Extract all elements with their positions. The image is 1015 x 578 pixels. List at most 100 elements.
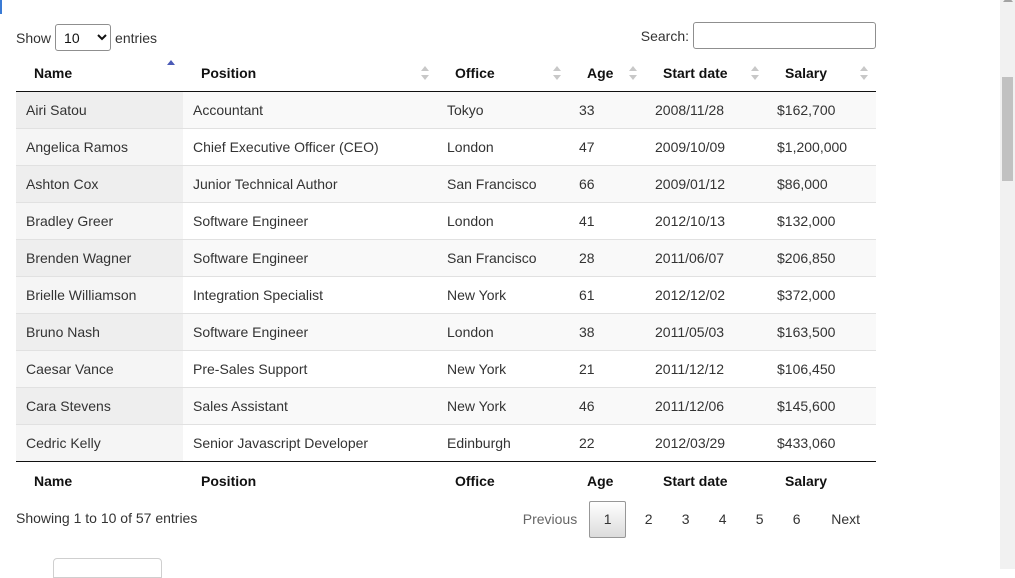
cell-age: 66 (569, 164, 645, 202)
column-footer-start-date: Start date (645, 460, 767, 501)
column-header-age[interactable]: Age (569, 56, 645, 92)
cell-start-date: 2011/12/06 (645, 386, 767, 424)
table-row[interactable]: Cedric Kelly Senior Javascript Developer E… (16, 423, 876, 461)
cell-position: Junior Technical Author (183, 164, 437, 202)
footer-row: Name Position Office Age Start date Salary (16, 460, 876, 501)
employees-table: Name Position Office Age Start date Salary Ai… (16, 56, 876, 501)
cell-age: 28 (569, 238, 645, 276)
column-header-label: Start date (663, 65, 728, 82)
search-label: Search: (640, 27, 689, 44)
table-row[interactable]: Angelica Ramos Chief Executive Officer (C… (16, 127, 876, 165)
table-body: Airi Satou Accountant Tokyo 33 2008/11/28 $16… (16, 91, 876, 461)
cell-salary: $206,850 (767, 238, 876, 276)
search-control: Search: (641, 22, 876, 49)
cell-name: Cedric Kelly (16, 423, 183, 461)
search-input[interactable] (693, 22, 876, 49)
cell-start-date: 2011/06/07 (645, 238, 767, 276)
entries-label: entries (115, 29, 158, 46)
table-row[interactable]: Bruno Nash Software Engineer London 38 2011/… (16, 312, 876, 350)
sort-both-icon (751, 66, 759, 81)
table-row[interactable]: Brielle Williamson Integration Specialist… (16, 275, 876, 313)
scrollbar-thumb[interactable] (1002, 77, 1013, 181)
cell-name: Ashton Cox (16, 164, 183, 202)
cell-office: San Francisco (437, 238, 569, 276)
column-header-start-date[interactable]: Start date (645, 56, 767, 92)
cell-age: 33 (569, 91, 645, 128)
table-row[interactable]: Cara Stevens Sales Assistant New York 46 201… (16, 386, 876, 424)
cell-start-date: 2008/11/28 (645, 91, 767, 128)
cell-position: Sales Assistant (183, 386, 437, 424)
vertical-scrollbar[interactable] (1000, 0, 1015, 569)
cell-position: Software Engineer (183, 201, 437, 239)
cell-start-date: 2011/12/12 (645, 349, 767, 387)
cell-office: New York (437, 275, 569, 313)
column-footer-salary: Salary (767, 460, 876, 501)
cell-position: Software Engineer (183, 238, 437, 276)
cell-salary: $145,600 (767, 386, 876, 424)
partial-button[interactable] (53, 558, 162, 578)
sort-both-icon (421, 66, 429, 81)
pagination: Previous 1 2 3 4 5 6 Next (511, 501, 876, 538)
cell-age: 41 (569, 201, 645, 239)
page-button-4[interactable]: 4 (704, 502, 741, 537)
cell-name: Brielle Williamson (16, 275, 183, 313)
page-button-2[interactable]: 2 (630, 502, 667, 537)
cell-salary: $1,200,000 (767, 127, 876, 165)
table-controls: Show 10 entries Search: (16, 0, 876, 56)
sort-both-icon (860, 66, 868, 81)
cell-salary: $372,000 (767, 275, 876, 313)
column-header-salary[interactable]: Salary (767, 56, 876, 92)
cell-name: Airi Satou (16, 91, 183, 128)
cell-office: Tokyo (437, 91, 569, 128)
table-row[interactable]: Airi Satou Accountant Tokyo 33 2008/11/28 $16… (16, 91, 876, 128)
cell-office: New York (437, 386, 569, 424)
cell-position: Senior Javascript Developer (183, 423, 437, 461)
table-row[interactable]: Ashton Cox Junior Technical Author San Fra… (16, 164, 876, 202)
cell-salary: $433,060 (767, 423, 876, 461)
column-header-label: Salary (785, 65, 828, 82)
table-row[interactable]: Caesar Vance Pre-Sales Support New York 21 2… (16, 349, 876, 387)
column-header-label: Age (587, 65, 614, 82)
page-button-3[interactable]: 3 (667, 502, 704, 537)
column-footer-name: Name (16, 460, 183, 501)
cell-start-date: 2011/05/03 (645, 312, 767, 350)
cell-age: 21 (569, 349, 645, 387)
column-header-label: Position (201, 65, 257, 82)
cell-age: 46 (569, 386, 645, 424)
scroll-up-arrow-icon[interactable] (1003, 0, 1013, 2)
show-label: Show (16, 29, 52, 46)
cell-position: Chief Executive Officer (CEO) (183, 127, 437, 165)
column-footer-office: Office (437, 460, 569, 501)
sort-both-icon (629, 66, 637, 81)
entries-info: Showing 1 to 10 of 57 entries (16, 510, 198, 526)
sort-both-icon (553, 66, 561, 81)
column-header-position[interactable]: Position (183, 56, 437, 92)
cell-start-date: 2012/03/29 (645, 423, 767, 461)
page-button-5[interactable]: 5 (741, 502, 778, 537)
table-row[interactable]: Bradley Greer Software Engineer London 41 20… (16, 201, 876, 239)
cell-salary: $106,450 (767, 349, 876, 387)
cell-start-date: 2012/12/02 (645, 275, 767, 313)
cell-age: 22 (569, 423, 645, 461)
cell-start-date: 2012/10/13 (645, 201, 767, 239)
entries-length-control: Show 10 entries (16, 24, 157, 51)
column-footer-age: Age (569, 460, 645, 501)
cell-salary: $163,500 (767, 312, 876, 350)
header-row: Name Position Office Age Start date Salary (16, 56, 876, 92)
cell-name: Bruno Nash (16, 312, 183, 350)
cell-start-date: 2009/01/12 (645, 164, 767, 202)
cell-position: Integration Specialist (183, 275, 437, 313)
cell-office: San Francisco (437, 164, 569, 202)
column-header-office[interactable]: Office (437, 56, 569, 92)
entries-select[interactable]: 10 (55, 24, 112, 51)
cell-name: Caesar Vance (16, 349, 183, 387)
table-row[interactable]: Brenden Wagner Software Engineer San Franc… (16, 238, 876, 276)
previous-page-button[interactable]: Previous (511, 502, 589, 537)
page-button-6[interactable]: 6 (778, 502, 815, 537)
cell-age: 47 (569, 127, 645, 165)
column-header-name[interactable]: Name (16, 56, 183, 92)
next-page-button[interactable]: Next (815, 502, 876, 537)
page-button-1[interactable]: 1 (589, 501, 627, 538)
cell-age: 38 (569, 312, 645, 350)
column-header-label: Name (34, 65, 73, 82)
